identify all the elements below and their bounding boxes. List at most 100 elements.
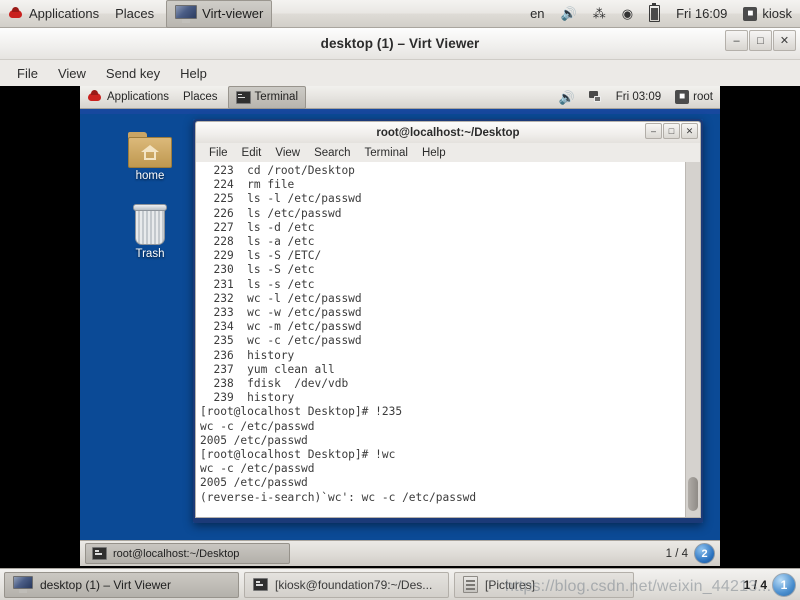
virt-viewer-titlebar[interactable]: desktop (1) – Virt Viewer – □ ✕ (0, 28, 800, 60)
terminal-icon (235, 90, 251, 104)
terminal-titlebar[interactable]: root@localhost:~/Desktop – □ ✕ (195, 121, 701, 143)
guest-volume-indicator[interactable]: 🔊 (552, 86, 582, 108)
host-places-label: Places (115, 6, 155, 21)
keyboard-layout-indicator[interactable]: en (522, 1, 552, 27)
terminal-scrollbar[interactable] (685, 162, 700, 517)
host-workspace-pager[interactable]: 1 / 4 (744, 578, 767, 592)
guest-task-terminal[interactable]: Terminal (227, 86, 307, 109)
terminal-body[interactable]: 223 cd /root/Desktop 224 rm file 225 ls … (195, 162, 701, 518)
guest-panel-accent-bar (80, 109, 720, 114)
host-applications-menu[interactable]: Applications (0, 1, 107, 27)
battery-indicator[interactable] (641, 1, 668, 27)
guest-applications-menu[interactable]: Applications (80, 86, 176, 108)
taskbar-item-kiosk-terminal[interactable]: [kiosk@foundation79:~/Des... (244, 571, 449, 598)
guest-applications-label: Applications (107, 91, 170, 103)
terminal-output[interactable]: 223 cd /root/Desktop 224 rm file 225 ls … (196, 164, 684, 517)
guest-clock-label: Fri 03:09 (615, 91, 662, 103)
guest-user-menu[interactable]: ■ root (668, 86, 720, 108)
taskbar-item-virt-viewer-label: desktop (1) – Virt Viewer (40, 577, 171, 592)
keyboard-layout-label: en (530, 6, 545, 21)
taskbar-item-pictures-label: [Pictures] (485, 577, 536, 592)
menu-file[interactable]: File (8, 63, 47, 84)
terminal-menubar: File Edit View Search Terminal Help (195, 143, 701, 162)
minimize-button[interactable]: – (725, 30, 748, 51)
redhat-logo-icon (87, 90, 103, 104)
terminal-maximize-button[interactable]: □ (663, 123, 680, 139)
terminal-menu-terminal[interactable]: Terminal (358, 145, 415, 161)
guest-user-label: root (693, 91, 713, 103)
terminal-icon (253, 578, 268, 591)
guest-workspace-pager[interactable]: 1 / 4 (666, 548, 688, 560)
monitor-icon (175, 4, 198, 23)
guest-taskbar-item-label: root@localhost:~/Desktop (113, 547, 240, 560)
desktop-icon-trash[interactable]: Trash (118, 204, 182, 261)
trash-icon (131, 204, 169, 246)
wifi-indicator[interactable]: ◉ (614, 1, 641, 27)
menu-help[interactable]: Help (171, 63, 216, 84)
guest-top-panel: Applications Places Terminal 🔊 Fri 03:09… (80, 86, 720, 109)
terminal-scrollbar-thumb[interactable] (688, 477, 698, 511)
terminal-icon (92, 547, 107, 560)
host-user-menu[interactable]: ■ kiosk (735, 1, 800, 27)
guest-places-menu[interactable]: Places (176, 86, 225, 108)
desktop-icon-home-label: home (135, 170, 165, 182)
terminal-close-button[interactable]: ✕ (681, 123, 698, 139)
guest-task-terminal-label: Terminal (254, 91, 299, 103)
host-clock[interactable]: Fri 16:09 (668, 1, 735, 27)
guest-workspace-badge[interactable]: 2 (694, 543, 715, 564)
file-manager-icon (463, 576, 478, 593)
menu-view[interactable]: View (49, 63, 95, 84)
bluetooth-indicator[interactable]: ⁂ (585, 1, 614, 27)
bluetooth-icon: ⁂ (592, 6, 606, 21)
menu-send-key[interactable]: Send key (97, 63, 169, 84)
taskbar-item-kiosk-terminal-label: [kiosk@foundation79:~/Des... (275, 577, 433, 592)
host-places-menu[interactable]: Places (107, 1, 162, 27)
redhat-logo-icon (8, 6, 24, 21)
guest-places-label: Places (183, 91, 218, 103)
virt-viewer-window: desktop (1) – Virt Viewer – □ ✕ File Vie… (0, 28, 800, 568)
terminal-window[interactable]: root@localhost:~/Desktop – □ ✕ File Edit… (193, 119, 703, 523)
terminal-window-buttons: – □ ✕ (645, 123, 698, 139)
terminal-title: root@localhost:~/Desktop (376, 126, 520, 139)
volume-icon: 🔊 (558, 89, 575, 105)
host-applications-label: Applications (29, 6, 100, 21)
guest-canvas: Applications Places Terminal 🔊 Fri 03:09… (0, 86, 800, 568)
guest-network-indicator[interactable] (582, 86, 609, 108)
host-workspace-badge[interactable]: 1 (772, 572, 796, 597)
virt-viewer-title: desktop (1) – Virt Viewer (320, 36, 480, 51)
wifi-icon: ◉ (621, 6, 634, 21)
terminal-menu-file[interactable]: File (202, 145, 235, 161)
volume-indicator[interactable]: 🔊 (553, 1, 585, 27)
host-bottom-taskbar: desktop (1) – Virt Viewer [kiosk@foundat… (0, 568, 800, 600)
guest-clock[interactable]: Fri 03:09 (609, 86, 668, 108)
virt-viewer-menubar: File View Send key Help (0, 60, 800, 87)
taskbar-item-pictures[interactable]: [Pictures] (454, 571, 634, 598)
taskbar-item-virt-viewer[interactable]: desktop (1) – Virt Viewer (4, 571, 239, 598)
home-folder-icon (128, 132, 172, 168)
host-task-virt-viewer[interactable]: Virt-viewer (166, 0, 273, 28)
host-user-label: kiosk (762, 6, 792, 21)
guest-bottom-panel: root@localhost:~/Desktop 1 / 4 2 (80, 540, 720, 566)
terminal-minimize-button[interactable]: – (645, 123, 662, 139)
screen-root: Applications Places Virt-viewer en 🔊 ⁂ ◉… (0, 0, 800, 600)
desktop-icon-trash-label: Trash (135, 248, 165, 260)
user-icon: ■ (743, 6, 758, 21)
virt-viewer-icon (13, 576, 33, 593)
virt-viewer-window-buttons: – □ ✕ (725, 30, 796, 51)
host-clock-label: Fri 16:09 (676, 6, 728, 21)
guest-taskbar-item-terminal[interactable]: root@localhost:~/Desktop (85, 543, 290, 564)
user-icon: ■ (675, 90, 690, 104)
maximize-button[interactable]: □ (749, 30, 772, 51)
host-top-panel: Applications Places Virt-viewer en 🔊 ⁂ ◉… (0, 0, 800, 28)
close-button[interactable]: ✕ (773, 30, 796, 51)
volume-icon: 🔊 (560, 6, 577, 21)
terminal-menu-search[interactable]: Search (307, 145, 357, 161)
desktop-icon-home[interactable]: home (118, 132, 182, 183)
terminal-menu-help[interactable]: Help (415, 145, 453, 161)
network-icon (588, 91, 602, 103)
terminal-menu-view[interactable]: View (268, 145, 307, 161)
battery-icon (649, 2, 661, 22)
terminal-menu-edit[interactable]: Edit (235, 145, 269, 161)
guest-desktop[interactable]: Applications Places Terminal 🔊 Fri 03:09… (80, 86, 720, 566)
host-task-virt-viewer-label: Virt-viewer (202, 6, 264, 21)
